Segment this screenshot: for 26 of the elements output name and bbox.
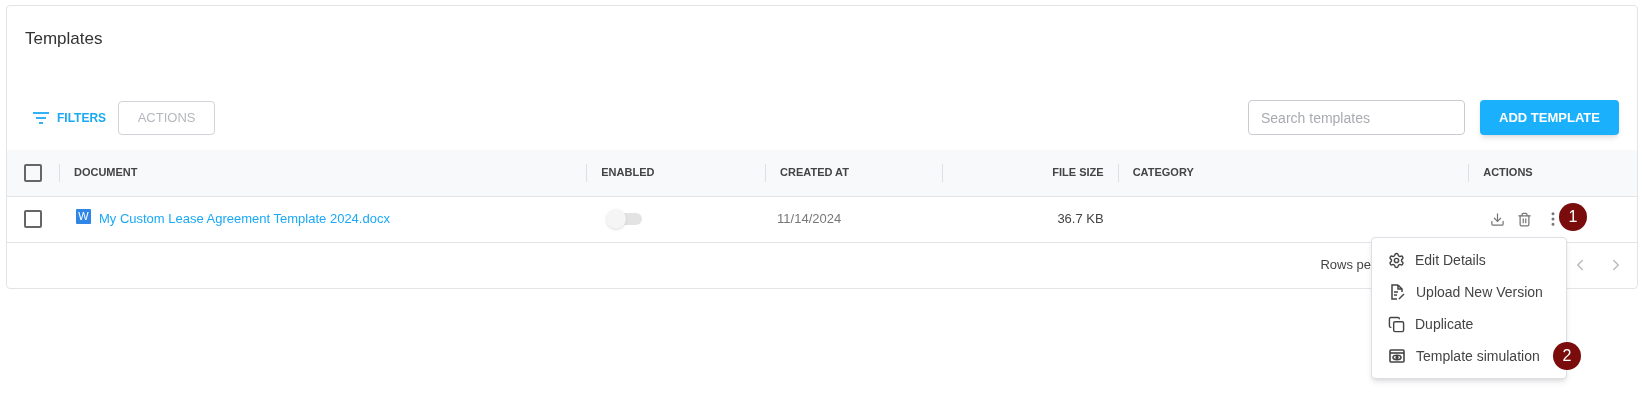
column-header: FILE SIZE [1052,165,1104,181]
trash-icon[interactable] [1517,211,1533,227]
search-field[interactable]: Search templates [1248,100,1465,135]
file-size: 36.7 KB [1057,210,1104,229]
checkbox[interactable] [23,210,42,228]
download-icon[interactable] [1490,211,1506,227]
menu-item[interactable]: Template simulation [1388,340,1540,372]
created-date: 11/14/2024 [777,211,842,227]
column-header: CATEGORY [1132,165,1194,181]
page-title: Templates [25,28,103,50]
column-header: DOCUMENT [73,165,138,181]
gear-icon [1388,251,1405,269]
rows-per-page-label: Rows pe [1320,256,1371,275]
column-header: CREATED AT [780,165,849,181]
checkbox[interactable] [23,163,42,182]
copy-icon [1388,315,1405,333]
step-marker: 2 [1553,342,1581,370]
filter-icon [33,111,49,124]
menu-item[interactable]: Edit Details [1388,244,1486,276]
eye-window-icon [1388,347,1406,365]
column-header: ENABLED [601,165,655,181]
column-header: ACTIONS [1483,165,1533,181]
menu-item[interactable]: Upload New Version [1388,276,1543,308]
word-file-icon: W [75,208,91,224]
file-edit-icon [1388,283,1406,301]
menu-item[interactable]: Duplicate [1388,308,1474,340]
